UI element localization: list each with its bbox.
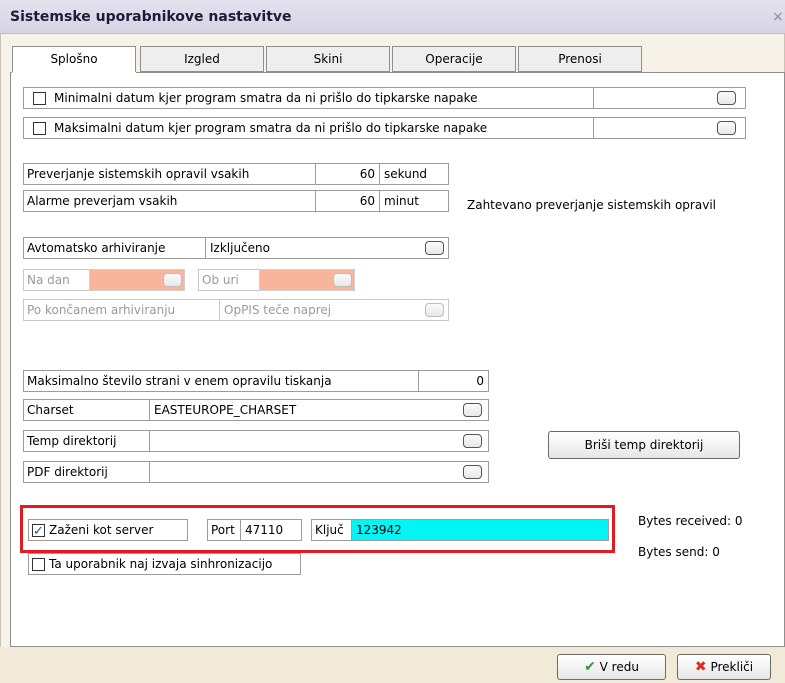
port-label: Port — [207, 519, 241, 541]
tab-operacije[interactable]: Operacije — [392, 46, 516, 72]
pdf-dir-input[interactable] — [149, 461, 489, 483]
system-check-unit: sekund — [379, 163, 449, 185]
close-icon[interactable]: × — [772, 9, 784, 25]
after-archive-dropdown-button[interactable] — [425, 303, 444, 317]
charset-dropdown-button[interactable] — [463, 403, 482, 417]
bytes-sent: Bytes send: 0 — [638, 545, 720, 559]
temp-dir-browse-button[interactable] — [463, 434, 482, 448]
pdf-dir-browse-button[interactable] — [463, 465, 482, 479]
sync-label: Ta uporabnik naj izvaja sinhronizacijo — [49, 557, 273, 571]
ok-button[interactable]: ✔ V redu — [557, 654, 666, 680]
max-print-pages-input[interactable]: 0 — [418, 370, 489, 392]
archive-day-label: Na dan — [23, 269, 90, 291]
charset-select[interactable]: EASTEUROPE_CHARSET — [149, 399, 489, 421]
clear-temp-dir-button[interactable]: Briši temp direktorij — [548, 431, 740, 459]
temp-dir-label: Temp direktorij — [23, 430, 150, 452]
archive-day-button[interactable] — [163, 273, 182, 287]
archiving-dropdown-button[interactable] — [425, 241, 444, 255]
tab-skini[interactable]: Skini — [266, 46, 390, 72]
cancel-button-label: Prekliči — [710, 660, 754, 674]
sync-checkbox[interactable] — [32, 558, 45, 571]
key-input[interactable]: 123942 — [351, 519, 609, 541]
system-check-input[interactable]: 60 — [315, 163, 380, 185]
dialog-footer — [0, 647, 785, 683]
max-date-picker-button[interactable] — [717, 121, 736, 135]
temp-dir-input[interactable] — [149, 430, 489, 452]
checkmark-icon: ✔ — [584, 659, 596, 675]
sync-row: Ta uporabnik naj izvaja sinhronizacijo — [28, 553, 301, 575]
archive-time-label: Ob uri — [198, 269, 260, 291]
cancel-button[interactable]: ✖ Prekliči — [677, 654, 771, 680]
bytes-received: Bytes received: 0 — [638, 514, 743, 528]
window-title: Sistemske uporabnikove nastavitve — [10, 9, 292, 25]
max-date-row: Maksimalni datum kjer program smatra da … — [23, 117, 595, 139]
max-date-checkbox[interactable] — [33, 122, 46, 135]
after-archive-select[interactable]: OpPIS teče naprej — [219, 299, 449, 321]
tab-splosno[interactable]: Splošno — [12, 46, 136, 73]
min-date-picker-button[interactable] — [717, 91, 736, 105]
ok-button-label: V redu — [599, 660, 639, 674]
port-input[interactable]: 47110 — [240, 519, 302, 541]
tab-izgled[interactable]: Izgled — [140, 46, 264, 72]
alarm-check-unit: minut — [379, 190, 449, 212]
run-as-server-label: Zaženi kot server — [49, 523, 154, 537]
min-date-label: Minimalni datum kjer program smatra da n… — [54, 91, 478, 105]
run-as-server-row: Zaženi kot server — [28, 519, 188, 541]
alarm-check-label: Alarme preverjam vsakih — [23, 190, 316, 212]
charset-label: Charset — [23, 399, 150, 421]
archiving-label: Avtomatsko arhiviranje — [23, 237, 206, 259]
after-archive-label: Po končanem arhiviranju — [23, 299, 220, 321]
system-check-label: Preverjanje sistemskih opravil vsakih — [23, 163, 316, 185]
max-print-pages-label: Maksimalno število strani v enem opravil… — [23, 370, 419, 392]
tab-prenosi[interactable]: Prenosi — [518, 46, 642, 72]
cross-icon: ✖ — [694, 659, 707, 675]
archiving-select[interactable]: Izključeno — [205, 237, 449, 259]
active-tab-joint — [12, 72, 136, 74]
pdf-dir-label: PDF direktorij — [23, 461, 150, 483]
system-tasks-request-link[interactable]: Zahtevano preverjanje sistemskih opravil — [467, 198, 716, 212]
run-as-server-checkbox[interactable] — [32, 522, 45, 540]
min-date-row: Minimalni datum kjer program smatra da n… — [23, 87, 595, 109]
key-label: Ključ — [311, 519, 352, 541]
min-date-checkbox[interactable] — [33, 92, 46, 105]
archive-time-button[interactable] — [333, 273, 352, 287]
max-date-label: Maksimalni datum kjer program smatra da … — [54, 121, 488, 135]
alarm-check-input[interactable]: 60 — [315, 190, 380, 212]
